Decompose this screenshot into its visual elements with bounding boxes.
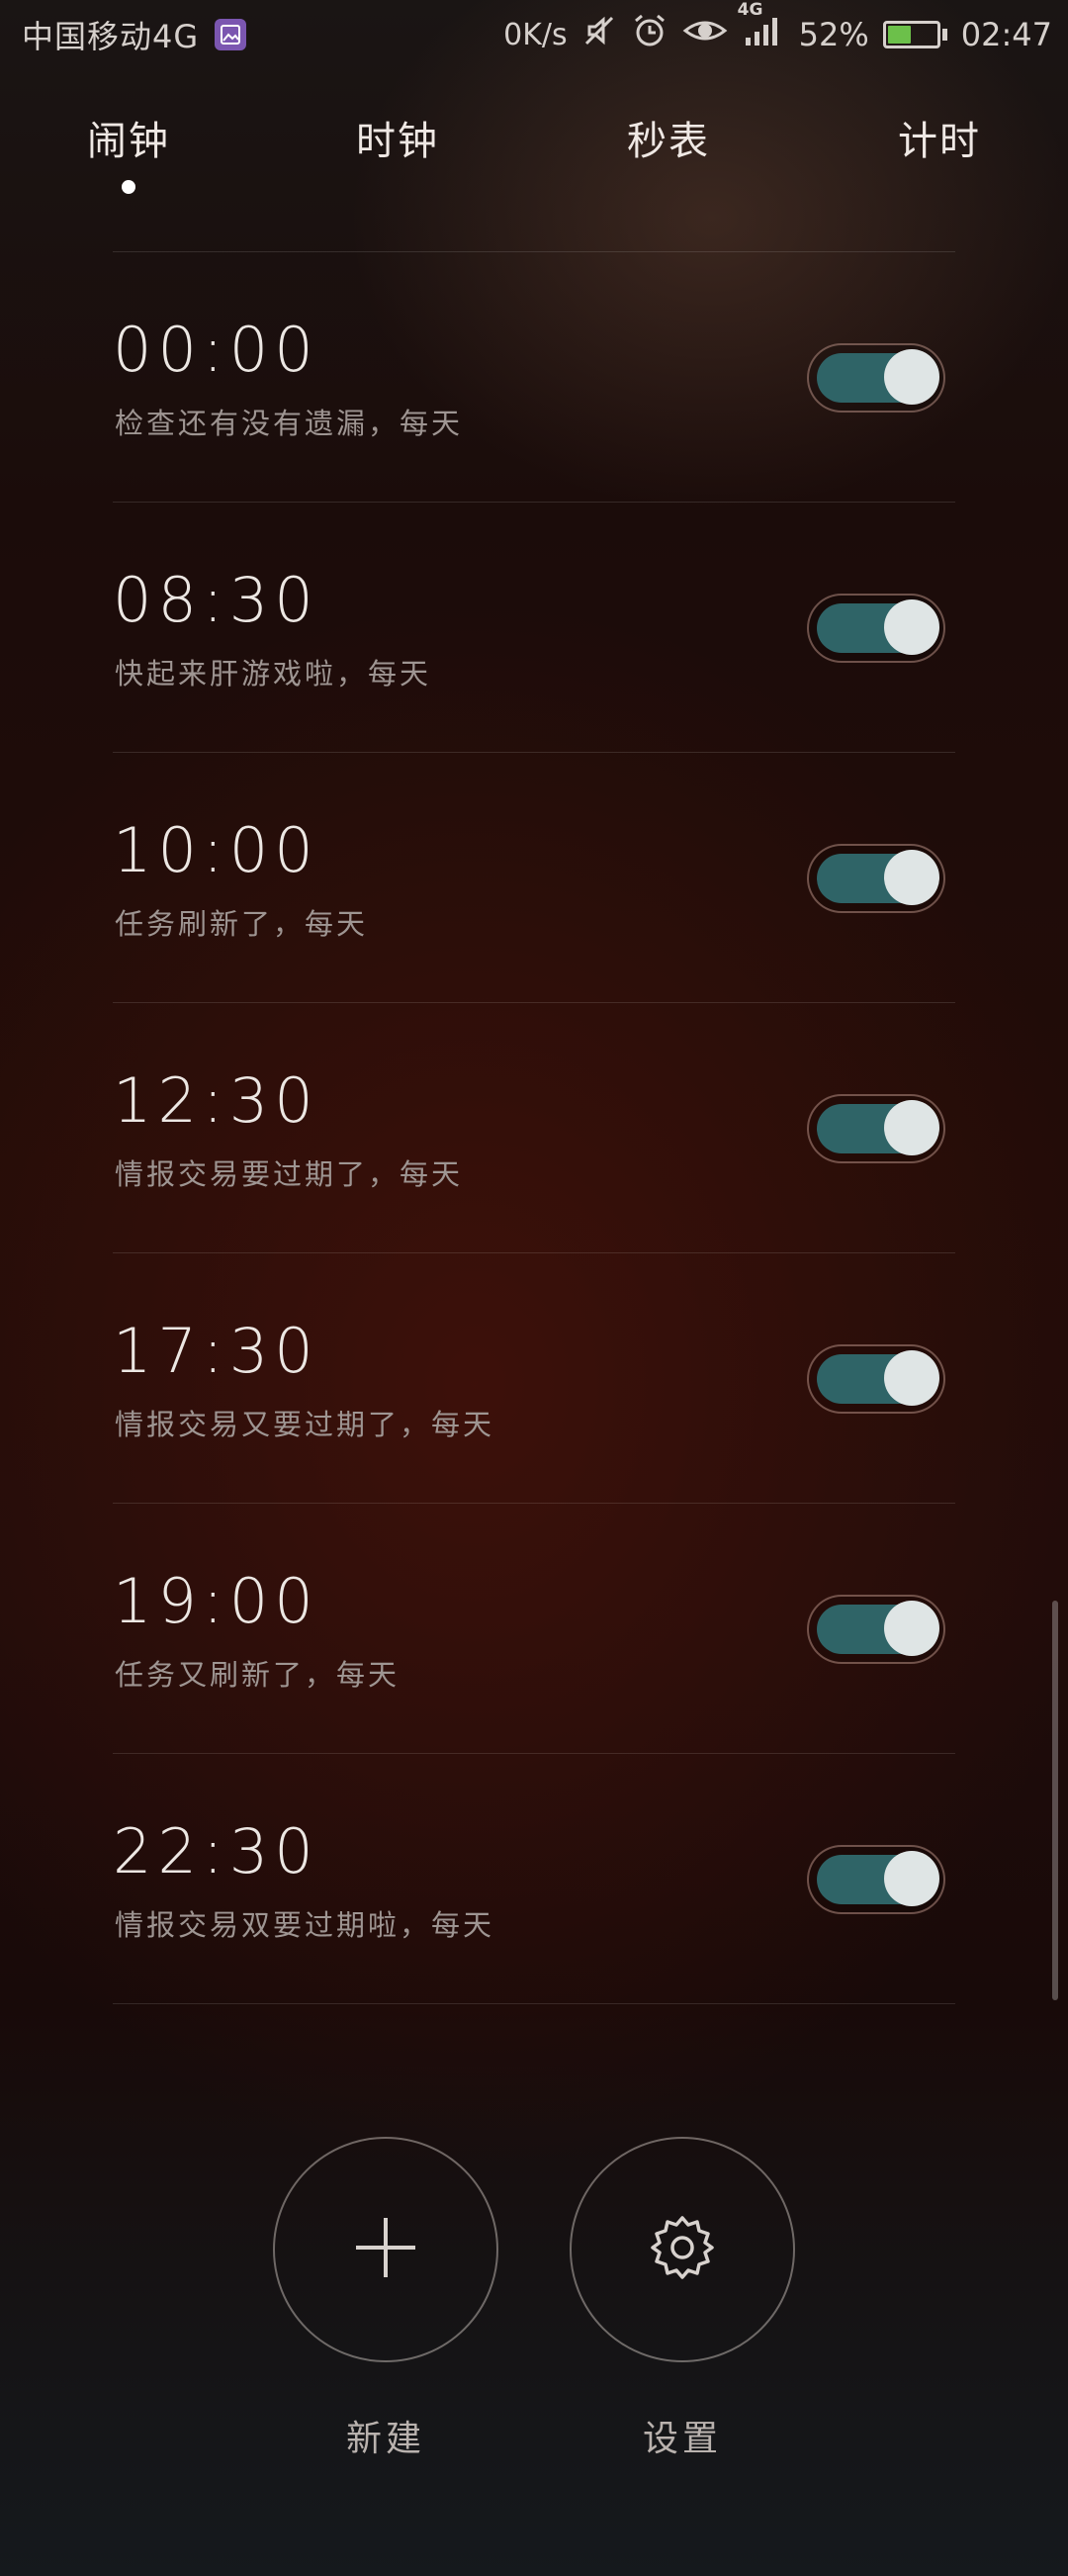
tab-clock[interactable]: 时钟: [299, 109, 496, 166]
battery-percent: 52%: [798, 16, 869, 53]
tab-label: 闹钟: [87, 119, 170, 164]
alarm-time: 00:00: [113, 314, 319, 386]
scrollbar[interactable]: [1052, 1601, 1058, 2000]
alarm-label: 任务又刷新了，每天: [115, 1658, 400, 1692]
alarm-toggle[interactable]: [807, 594, 945, 663]
toggle-knob: [884, 349, 939, 405]
alarm-toggle[interactable]: [807, 1845, 945, 1914]
alarm-toggle[interactable]: [807, 1595, 945, 1664]
alarm-time: 22:30: [113, 1815, 319, 1887]
alarm-toggle[interactable]: [807, 1094, 945, 1163]
alarm-time: 19:00: [113, 1565, 319, 1637]
settings-label: 设置: [642, 2419, 722, 2459]
clock-time: 02:47: [960, 16, 1052, 53]
toggle-knob: [884, 599, 939, 655]
gear-icon: [647, 2212, 718, 2287]
alarm-toggle[interactable]: [807, 844, 945, 913]
alarm-item[interactable]: 12:30 情报交易要过期了，每天: [113, 1003, 955, 1253]
new-alarm-action: 新建: [272, 2137, 499, 2461]
battery-cap: [941, 29, 947, 41]
eye-icon: [682, 14, 728, 55]
alarm-label: 任务刷新了，每天: [115, 907, 369, 941]
new-alarm-button[interactable]: [273, 2137, 498, 2362]
alarm-label: 情报交易又要过期了，每天: [115, 1408, 495, 1441]
alarm-list: 00:00 检查还有没有遗漏，每天 08:30 快起来肝游戏啦，每天 10:00…: [113, 251, 955, 2004]
alarm-item[interactable]: 17:30 情报交易又要过期了，每天: [113, 1253, 955, 1504]
signal-icon: 4G: [738, 0, 785, 55]
tab-label: 时钟: [356, 119, 439, 164]
battery-fill: [887, 26, 911, 44]
gallery-app-icon: [215, 19, 247, 50]
tab-label: 秒表: [627, 119, 710, 164]
alarm-label: 检查还有没有遗漏，每天: [115, 407, 464, 440]
alarm-time: 17:30: [113, 1315, 319, 1387]
alarm-time: 12:30: [113, 1064, 319, 1137]
alarm-toggle[interactable]: [807, 343, 945, 413]
plus-icon: [353, 2215, 418, 2284]
status-bar-left: 中国移动4G: [22, 12, 247, 57]
status-bar-right: 0K/s 4G 52% 02:47: [490, 0, 1052, 57]
tab-label: 计时: [898, 119, 981, 164]
alarm-label: 情报交易双要过期啦，每天: [115, 1908, 495, 1942]
toggle-knob: [884, 1601, 939, 1656]
alarm-item[interactable]: 22:30 情报交易双要过期啦，每天: [113, 1754, 955, 2004]
tab-bar: 闹钟 时钟 秒表 计时: [0, 109, 1068, 208]
settings-button[interactable]: [570, 2137, 795, 2362]
alarm-item[interactable]: 00:00 检查还有没有遗漏，每天: [113, 252, 955, 503]
network-speed: 0K/s: [503, 17, 568, 52]
mute-icon: [581, 13, 617, 56]
alarm-item[interactable]: 19:00 任务又刷新了，每天: [113, 1504, 955, 1754]
alarm-label: 情报交易要过期了，每天: [115, 1157, 464, 1191]
tab-alarm[interactable]: 闹钟: [30, 109, 227, 194]
alarm-time: 10:00: [113, 814, 319, 886]
battery-icon: [882, 21, 947, 48]
new-alarm-label: 新建: [345, 2419, 425, 2459]
alarm-clock-icon: [631, 12, 668, 57]
alarm-item[interactable]: 10:00 任务刷新了，每天: [113, 753, 955, 1003]
alarm-toggle[interactable]: [807, 1344, 945, 1414]
battery-body: [882, 21, 940, 48]
alarm-label: 快起来肝游戏啦，每天: [115, 657, 432, 690]
status-bar: 中国移动4G 0K/s 4G 52% 02:47: [0, 0, 1068, 71]
tab-stopwatch[interactable]: 秒表: [570, 109, 767, 166]
toggle-knob: [884, 850, 939, 905]
toggle-knob: [884, 1100, 939, 1155]
active-tab-indicator: [122, 180, 135, 194]
toggle-knob: [884, 1851, 939, 1906]
toggle-knob: [884, 1350, 939, 1406]
settings-action: 设置: [569, 2137, 796, 2461]
alarm-time: 08:30: [113, 564, 319, 636]
carrier-name: 中国移动4G: [22, 18, 200, 55]
network-type: 4G: [737, 0, 763, 20]
alarm-item[interactable]: 08:30 快起来肝游戏啦，每天: [113, 503, 955, 753]
tab-timer[interactable]: 计时: [841, 109, 1038, 166]
